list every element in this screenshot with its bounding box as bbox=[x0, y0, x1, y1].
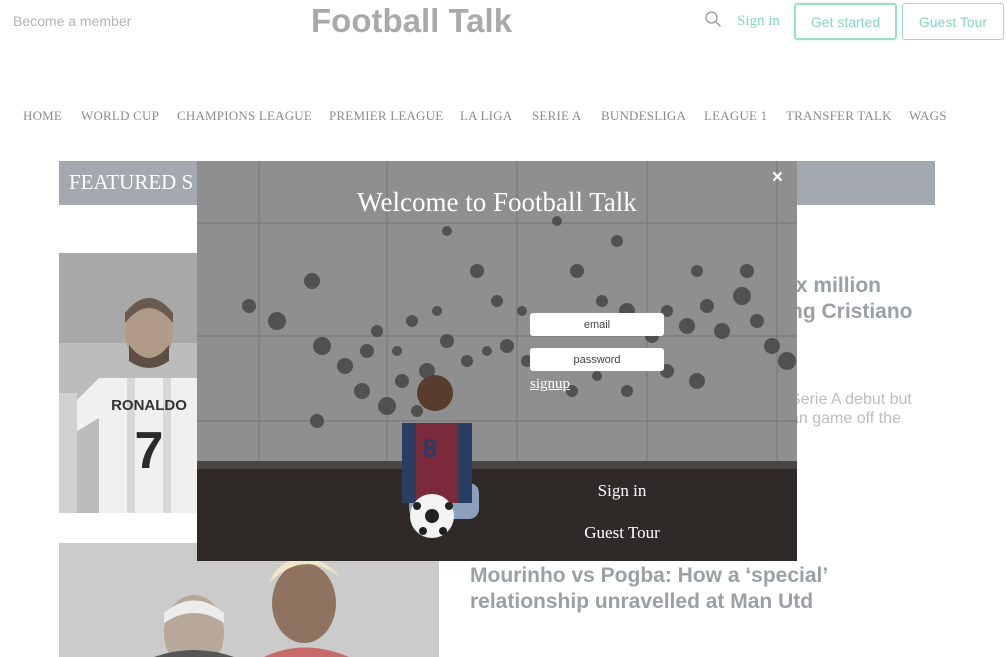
article-excerpt-line: Serie A debut but bbox=[790, 391, 912, 408]
signup-link[interactable]: signup bbox=[530, 376, 570, 393]
nav-item-home[interactable]: HOME bbox=[23, 108, 62, 124]
nav-item-premier-league[interactable]: PREMIER LEAGUE bbox=[329, 108, 443, 124]
article-title-line[interactable]: Mourinho vs Pogba: How a ‘special’ bbox=[470, 563, 828, 589]
guest-tour-button[interactable]: Guest Tour bbox=[902, 3, 1004, 40]
nav-item-champions-league[interactable]: CHAMPIONS LEAGUE bbox=[177, 108, 312, 124]
article-title[interactable]: Mourinho vs Pogba: How a ‘special’ relat… bbox=[470, 563, 828, 615]
welcome-modal: 8 × Welcome to Football Talk signup Sign… bbox=[197, 161, 797, 561]
become-member-link[interactable]: Become a member bbox=[13, 13, 131, 29]
article-excerpt-line: an game off the bbox=[790, 410, 901, 427]
jersey-number-text: 8 bbox=[423, 433, 437, 463]
modal-sign-in-button[interactable]: Sign in bbox=[577, 481, 667, 501]
site-logo[interactable]: Football Talk bbox=[311, 2, 512, 40]
nav-item-la-liga[interactable]: LA LIGA bbox=[460, 108, 512, 124]
nav-item-bundesliga[interactable]: BUNDESLIGA bbox=[601, 108, 686, 124]
nav-item-serie-a[interactable]: SERIE A bbox=[532, 108, 581, 124]
article-title-line[interactable]: ix million bbox=[790, 273, 1007, 299]
search-icon[interactable] bbox=[704, 10, 722, 28]
close-icon[interactable]: × bbox=[772, 167, 783, 189]
shirt-number-text: 7 bbox=[135, 422, 164, 480]
nav-item-league-1[interactable]: LEAGUE 1 bbox=[704, 108, 767, 124]
get-started-button[interactable]: Get started bbox=[794, 3, 897, 40]
shirt-name-text: RONALDO bbox=[111, 397, 187, 414]
modal-title: Welcome to Football Talk bbox=[357, 187, 637, 217]
article-title-line[interactable]: relationship unravelled at Man Utd bbox=[470, 589, 828, 615]
main-nav: HOME WORLD CUP CHAMPIONS LEAGUE PREMIER … bbox=[0, 108, 1007, 126]
article-title-line[interactable]: ng Cristiano bbox=[790, 299, 1007, 325]
nav-item-wags[interactable]: WAGS bbox=[909, 108, 947, 124]
article-title[interactable]: ix million ng Cristiano bbox=[790, 273, 1007, 325]
email-field[interactable] bbox=[530, 313, 664, 336]
nav-item-world-cup[interactable]: WORLD CUP bbox=[81, 108, 159, 124]
featured-section-title: FEATURED S bbox=[69, 170, 194, 194]
modal-guest-tour-button[interactable]: Guest Tour bbox=[572, 523, 672, 543]
header-sign-in-link[interactable]: Sign in bbox=[737, 13, 780, 30]
nav-item-transfer-talk[interactable]: TRANSFER TALK bbox=[786, 108, 892, 124]
password-field[interactable] bbox=[530, 348, 664, 371]
article-excerpt: Serie A debut but an game off the bbox=[790, 390, 1007, 428]
modal-background-image: 8 bbox=[197, 161, 797, 561]
